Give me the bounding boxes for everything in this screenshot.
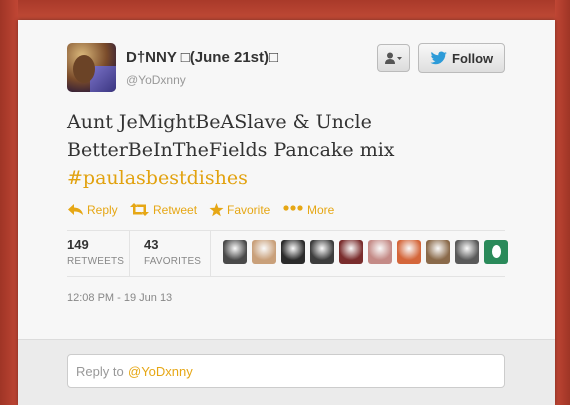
user-handle[interactable]: @YoDxnny bbox=[126, 73, 186, 87]
user-dropdown-icon bbox=[385, 52, 402, 64]
reply-prefix: Reply to bbox=[76, 364, 124, 379]
favoriter-avatar[interactable] bbox=[252, 240, 276, 264]
background-top bbox=[0, 0, 570, 20]
reply-icon bbox=[68, 204, 83, 215]
divider-top bbox=[67, 230, 505, 231]
favoriter-avatar[interactable] bbox=[455, 240, 479, 264]
stat-divider-2 bbox=[210, 230, 211, 276]
background-left bbox=[0, 0, 18, 405]
retweets-label: RETWEETS bbox=[67, 256, 125, 267]
favoriter-avatar[interactable] bbox=[223, 240, 247, 264]
timestamp[interactable]: 12:08 PM - 19 Jun 13 bbox=[67, 292, 172, 304]
follow-label: Follow bbox=[452, 51, 494, 66]
reply-mention: @YoDxnny bbox=[128, 364, 193, 379]
favoriter-avatar[interactable] bbox=[484, 240, 508, 264]
stat-divider-1 bbox=[129, 230, 130, 276]
favorites-stat[interactable]: 43 FAVORITES bbox=[144, 237, 201, 267]
retweets-stat[interactable]: 149 RETWEETS bbox=[67, 237, 124, 267]
egg-icon bbox=[492, 245, 501, 258]
tweet-actions: Reply Retweet Favorite More bbox=[67, 201, 487, 219]
divider-bottom bbox=[67, 276, 505, 277]
favorites-count: 43 bbox=[144, 237, 159, 252]
more-label: More bbox=[307, 203, 335, 217]
avatar-face bbox=[73, 55, 95, 83]
retweet-action[interactable]: Retweet bbox=[130, 201, 200, 219]
favoriter-avatar[interactable] bbox=[426, 240, 450, 264]
avatar[interactable] bbox=[67, 43, 116, 92]
retweet-icon bbox=[130, 203, 149, 216]
reply-label: Reply bbox=[87, 203, 118, 217]
reply-input[interactable]: Reply to @YoDxnny bbox=[67, 354, 505, 388]
hashtag-link[interactable]: #paulasbestdishes bbox=[67, 167, 248, 189]
background-right bbox=[555, 0, 570, 405]
reply-action[interactable]: Reply bbox=[67, 201, 122, 219]
follow-button[interactable]: Follow bbox=[418, 43, 505, 73]
retweets-count: 149 bbox=[67, 237, 89, 252]
more-action[interactable]: More bbox=[283, 201, 343, 219]
tweet-text: Aunt JeMightBeASlave & Uncle BetterBeInT… bbox=[67, 108, 517, 192]
retweet-label: Retweet bbox=[153, 203, 198, 217]
tweet-card: D†NNY □(June 21st)□ @YoDxnny Follow Aunt… bbox=[18, 20, 555, 405]
favorite-label: Favorite bbox=[227, 203, 271, 217]
twitter-bird-icon bbox=[430, 51, 447, 65]
more-dots-icon bbox=[283, 205, 303, 211]
star-icon bbox=[209, 203, 224, 217]
display-name[interactable]: D†NNY □(June 21st)□ bbox=[126, 49, 278, 66]
favorite-action[interactable]: Favorite bbox=[209, 201, 279, 219]
favoriter-avatar[interactable] bbox=[281, 240, 305, 264]
favoriter-avatar[interactable] bbox=[368, 240, 392, 264]
favorites-label: FAVORITES bbox=[144, 256, 202, 267]
user-actions-button[interactable] bbox=[377, 44, 410, 72]
favoriter-avatar[interactable] bbox=[339, 240, 363, 264]
favoriter-avatar[interactable] bbox=[310, 240, 334, 264]
favoriter-avatar[interactable] bbox=[397, 240, 421, 264]
tweet-body: Aunt JeMightBeASlave & Uncle BetterBeInT… bbox=[67, 111, 395, 161]
